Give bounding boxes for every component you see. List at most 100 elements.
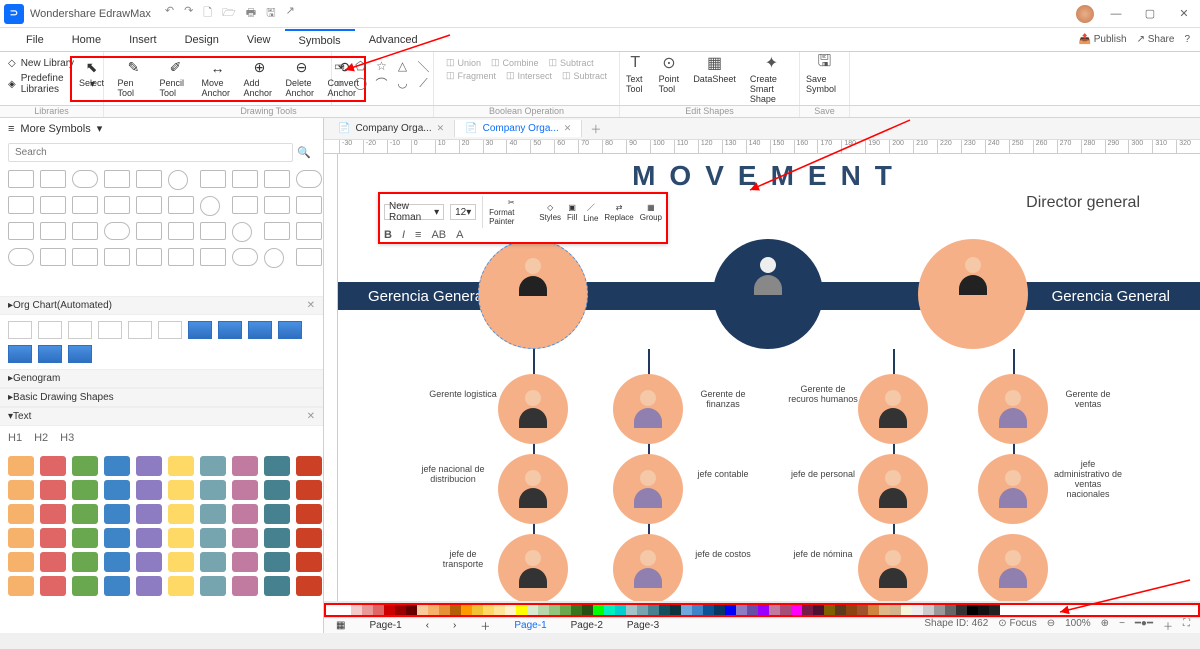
zoom-out-button[interactable]: ⊖ (1047, 618, 1055, 633)
text-symbol-thumb[interactable] (104, 480, 130, 500)
text-symbol-thumb[interactable] (136, 552, 162, 572)
shape-thumb[interactable] (72, 222, 98, 240)
shape-thumb[interactable] (104, 170, 130, 188)
shape-thumb[interactable] (296, 196, 322, 214)
person-node[interactable] (858, 374, 928, 444)
shape-thumb[interactable] (104, 248, 130, 266)
text-symbol-thumb[interactable] (168, 504, 194, 524)
person-node[interactable] (978, 374, 1048, 444)
shape-thumb[interactable] (200, 196, 220, 216)
text-symbol-thumb[interactable] (40, 576, 66, 596)
color-swatch[interactable] (824, 605, 835, 615)
canvas[interactable]: MOVEMENT Director general Gerencia Gener… (338, 154, 1200, 601)
color-swatch[interactable] (802, 605, 813, 615)
text-symbol-thumb[interactable] (136, 528, 162, 548)
datasheet-button[interactable]: ▦DataSheet (693, 54, 736, 104)
bold-button[interactable]: B (384, 229, 392, 241)
color-swatch[interactable] (692, 605, 703, 615)
section-genogram[interactable]: ▸ Genogram (0, 369, 323, 388)
menu-advanced[interactable]: Advanced (355, 30, 432, 50)
person-node[interactable] (978, 454, 1048, 524)
text-symbol-thumb[interactable] (232, 576, 258, 596)
text-symbol-thumb[interactable] (136, 480, 162, 500)
section-basic-shapes[interactable]: ▸ Basic Drawing Shapes (0, 388, 323, 407)
document-tab-active[interactable]: 📄 Company Orga... ✕ (455, 120, 582, 137)
text-symbol-thumb[interactable] (168, 456, 194, 476)
color-swatch[interactable] (846, 605, 857, 615)
close-icon[interactable]: ✕ (307, 300, 315, 311)
shape-rect-icon[interactable]: ▭ (333, 59, 347, 73)
text-symbol-thumb[interactable] (8, 552, 34, 572)
text-symbol-thumb[interactable] (200, 576, 226, 596)
person-node[interactable] (613, 374, 683, 444)
color-swatch[interactable] (956, 605, 967, 615)
fragment-button[interactable]: ◫ Fragment (446, 70, 496, 81)
page-tab[interactable]: Page-2 (559, 620, 615, 631)
color-swatch[interactable] (703, 605, 714, 615)
shape-thumb[interactable] (200, 170, 226, 188)
shape-thumb[interactable] (8, 248, 34, 266)
text-symbol-thumb[interactable] (72, 552, 98, 572)
color-swatch[interactable] (648, 605, 659, 615)
color-swatch[interactable] (978, 605, 989, 615)
color-swatch[interactable] (593, 605, 604, 615)
replace-button[interactable]: ⇄Replace (604, 203, 633, 222)
font-color-button[interactable]: A (456, 229, 463, 241)
fill-button[interactable]: ▣Fill (567, 203, 577, 222)
section-text[interactable]: ▾ Text✕ (0, 407, 323, 426)
color-swatch[interactable] (780, 605, 791, 615)
text-symbol-thumb[interactable] (264, 456, 290, 476)
text-symbol-thumb[interactable] (72, 576, 98, 596)
heading-h2[interactable]: H2 (34, 432, 48, 444)
document-tab[interactable]: 📄 Company Orga... ✕ (328, 120, 455, 137)
heading-h3[interactable]: H3 (60, 432, 74, 444)
new-library-button[interactable]: ◇ New Library (8, 56, 74, 71)
color-swatch[interactable] (582, 605, 593, 615)
text-symbol-thumb[interactable] (200, 504, 226, 524)
menu-home[interactable]: Home (58, 30, 115, 50)
pencil-tool[interactable]: ✐Pencil Tool (160, 60, 192, 98)
save-icon[interactable]: 🖫 (266, 4, 275, 23)
union-button[interactable]: ◫ Union (446, 57, 481, 68)
color-swatch[interactable] (714, 605, 725, 615)
shape-thumb[interactable] (136, 170, 162, 188)
zoom-slider[interactable]: ━●━ (1135, 618, 1153, 633)
search-icon[interactable]: 🔍 (293, 143, 315, 162)
shape-thumb[interactable] (8, 170, 34, 188)
color-swatch[interactable] (615, 605, 626, 615)
section-org-chart[interactable]: ▸ Org Chart(Automated)✕ (0, 296, 323, 315)
shape-thumb[interactable] (296, 222, 322, 240)
color-swatch[interactable] (626, 605, 637, 615)
color-swatch[interactable] (417, 605, 428, 615)
shape-line2-icon[interactable]: ⟋ (417, 76, 431, 90)
add-anchor-tool[interactable]: ⊕Add Anchor (244, 60, 276, 98)
text-symbol-thumb[interactable] (296, 456, 322, 476)
styles-button[interactable]: ◇Styles (539, 203, 561, 222)
text-symbol-thumb[interactable] (8, 456, 34, 476)
add-tab-button[interactable]: ＋ (582, 118, 609, 140)
close-icon[interactable]: ✕ (307, 411, 315, 422)
shape-pentagon-icon[interactable]: ⬠ (354, 59, 368, 73)
shape-thumb[interactable] (104, 196, 130, 214)
shape-thumb[interactable] (72, 196, 98, 214)
text-symbol-thumb[interactable] (264, 576, 290, 596)
top-node-1[interactable] (478, 239, 588, 349)
delete-anchor-tool[interactable]: ⊖Delete Anchor (286, 60, 318, 98)
print-icon[interactable]: 🖶 (246, 4, 256, 23)
color-swatch[interactable] (791, 605, 802, 615)
close-tab-icon[interactable]: ✕ (564, 123, 572, 134)
color-swatch[interactable] (758, 605, 769, 615)
text-symbol-thumb[interactable] (168, 552, 194, 572)
org-thumb[interactable] (218, 321, 242, 339)
color-swatch[interactable] (516, 605, 527, 615)
zoom-in-button[interactable]: ⊕ (1101, 618, 1109, 633)
minimize-button[interactable]: — (1104, 8, 1128, 20)
menu-design[interactable]: Design (171, 30, 233, 50)
color-swatch[interactable] (923, 605, 934, 615)
org-thumb[interactable] (158, 321, 182, 339)
shape-thumb[interactable] (8, 196, 34, 214)
shape-thumb[interactable] (232, 222, 252, 242)
symbols-panel-header[interactable]: ≡ More Symbols ▾ (0, 118, 323, 139)
help-icon[interactable]: ? (1184, 34, 1190, 45)
text-symbol-thumb[interactable] (72, 480, 98, 500)
